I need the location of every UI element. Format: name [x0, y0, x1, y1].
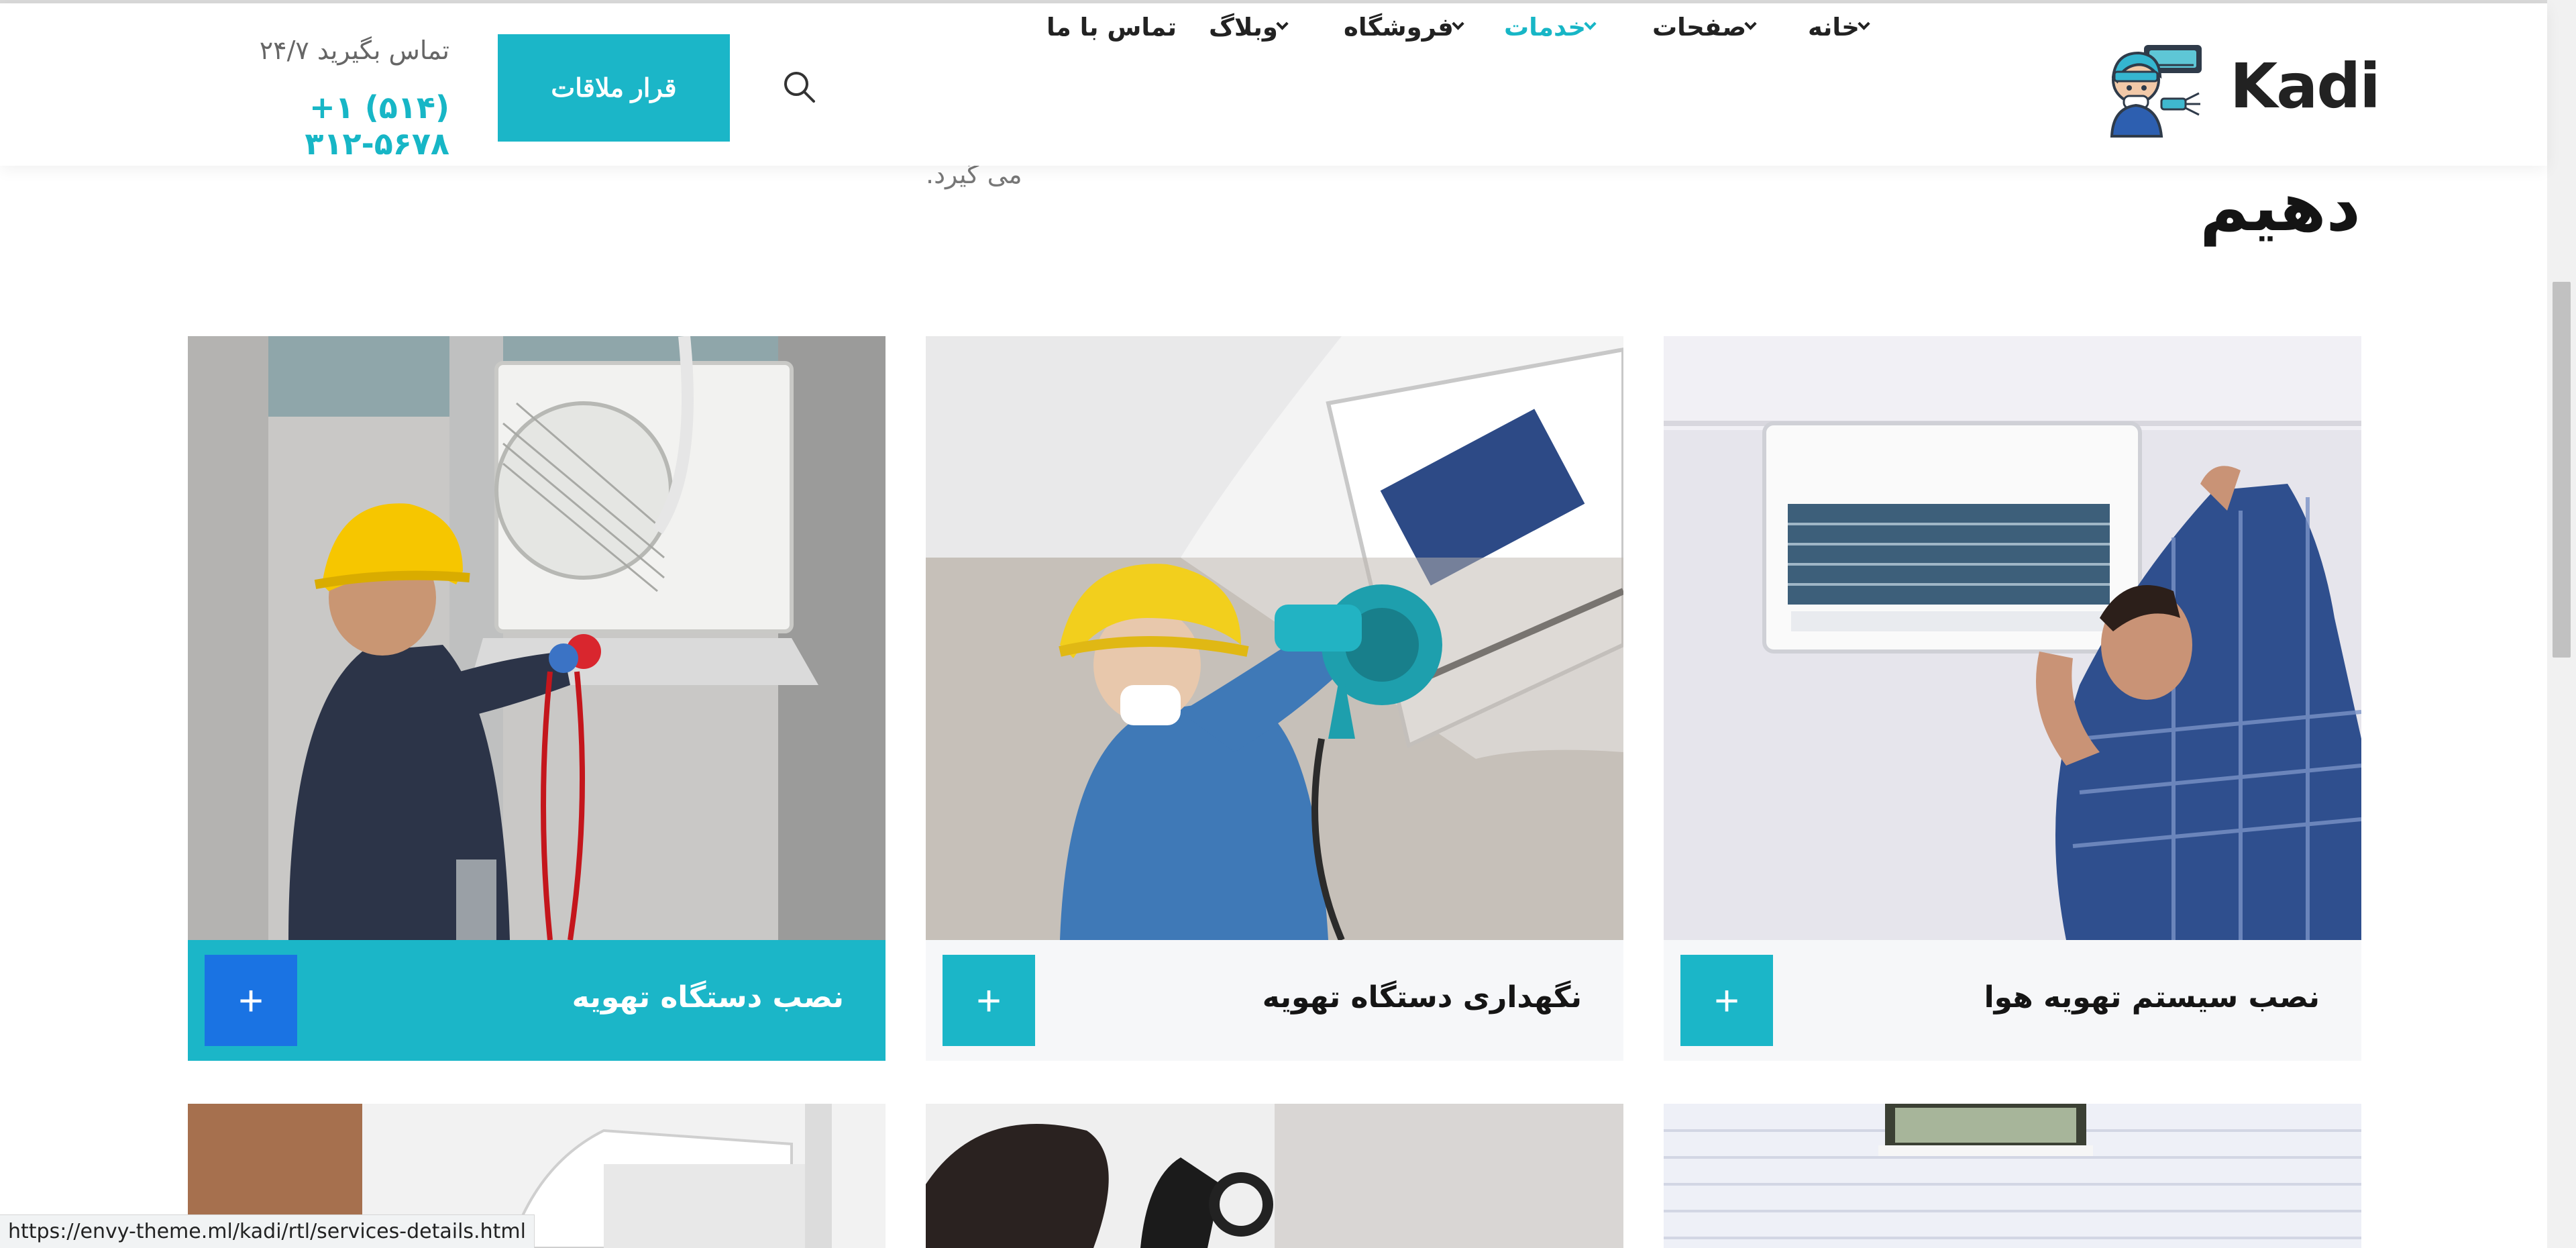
service-title[interactable]: نصب دستگاه تهویه	[572, 980, 844, 1015]
section-heading: دهیم	[2200, 168, 2361, 246]
service-card[interactable]	[926, 1104, 1623, 1248]
service-photo	[1664, 336, 2361, 940]
nav-label-blog: وبلاگ	[1209, 12, 1278, 42]
logo[interactable]: Kadi	[2104, 38, 2381, 139]
service-card-footer: نصب سیستم تهویه هوا +	[1664, 940, 2361, 1061]
contact-label: تماس بگیرید ۲۴/۷	[259, 36, 449, 65]
link-status-url: https://envy-theme.ml/kadi/rtl/services-…	[0, 1214, 535, 1248]
plus-icon[interactable]: +	[205, 955, 297, 1046]
service-photo	[188, 336, 885, 940]
service-image-condenser-install	[188, 336, 885, 940]
site-header: Kadi خانه صفحات خدمات فروشگاه وبلاگ تماس…	[0, 3, 2547, 166]
nav-item-contact[interactable]: تماس با ما	[1046, 3, 1177, 50]
nav-item-blog[interactable]: وبلاگ	[1209, 3, 1296, 50]
service-image-siding	[1664, 1104, 2361, 1248]
contact-phone[interactable]: +۱ (۵۱۴) ۳۱۲-۵۶۷۸	[181, 89, 449, 162]
chevron-down-icon	[1858, 17, 1870, 30]
service-title[interactable]: نگهداری دستگاه تهویه	[1263, 980, 1582, 1015]
nav-label-contact: تماس با ما	[1046, 12, 1177, 42]
service-card-footer: نگهداری دستگاه تهویه +	[926, 940, 1623, 1061]
service-image-ac-install	[1664, 336, 2361, 940]
brand-name: Kadi	[2230, 50, 2381, 122]
nav-label-shop: فروشگاه	[1344, 12, 1454, 42]
nav-label-pages: صفحات	[1652, 12, 1747, 42]
service-card-active[interactable]: نصب دستگاه تهویه +	[188, 336, 885, 1061]
nav-item-pages[interactable]: صفحات	[1652, 3, 1764, 50]
nav-item-services[interactable]: خدمات	[1504, 3, 1604, 50]
technician-mascot-icon	[2110, 45, 2202, 138]
service-card-footer: نصب دستگاه تهویه +	[188, 940, 885, 1061]
nav-label-services: خدمات	[1504, 12, 1587, 42]
appointment-button[interactable]: قرار ملاقات	[498, 34, 730, 142]
chevron-down-icon	[1584, 17, 1597, 30]
service-image-tool	[926, 1104, 1623, 1248]
chevron-down-icon	[1452, 17, 1464, 30]
plus-icon[interactable]: +	[1680, 955, 1773, 1046]
nav-item-shop[interactable]: فروشگاه	[1344, 3, 1472, 50]
nav-item-home[interactable]: خانه	[1808, 3, 1878, 50]
service-card[interactable]: نصب سیستم تهویه هوا +	[1664, 336, 2361, 1061]
service-title[interactable]: نصب سیستم تهویه هوا	[1984, 980, 2320, 1015]
vertical-scrollbar[interactable]	[2547, 0, 2576, 1248]
chevron-down-icon	[1744, 17, 1757, 30]
service-photo	[926, 336, 1623, 940]
service-image-ac-maintenance	[926, 336, 1623, 940]
service-card[interactable]: نگهداری دستگاه تهویه +	[926, 336, 1623, 1061]
scrollbar-thumb[interactable]	[2553, 282, 2571, 658]
plus-icon[interactable]: +	[943, 955, 1035, 1046]
nav-label-home: خانه	[1808, 12, 1860, 42]
service-photo	[1664, 1104, 2361, 1248]
service-photo	[926, 1104, 1623, 1248]
service-card[interactable]	[1664, 1104, 2361, 1248]
search-icon[interactable]	[782, 69, 816, 104]
